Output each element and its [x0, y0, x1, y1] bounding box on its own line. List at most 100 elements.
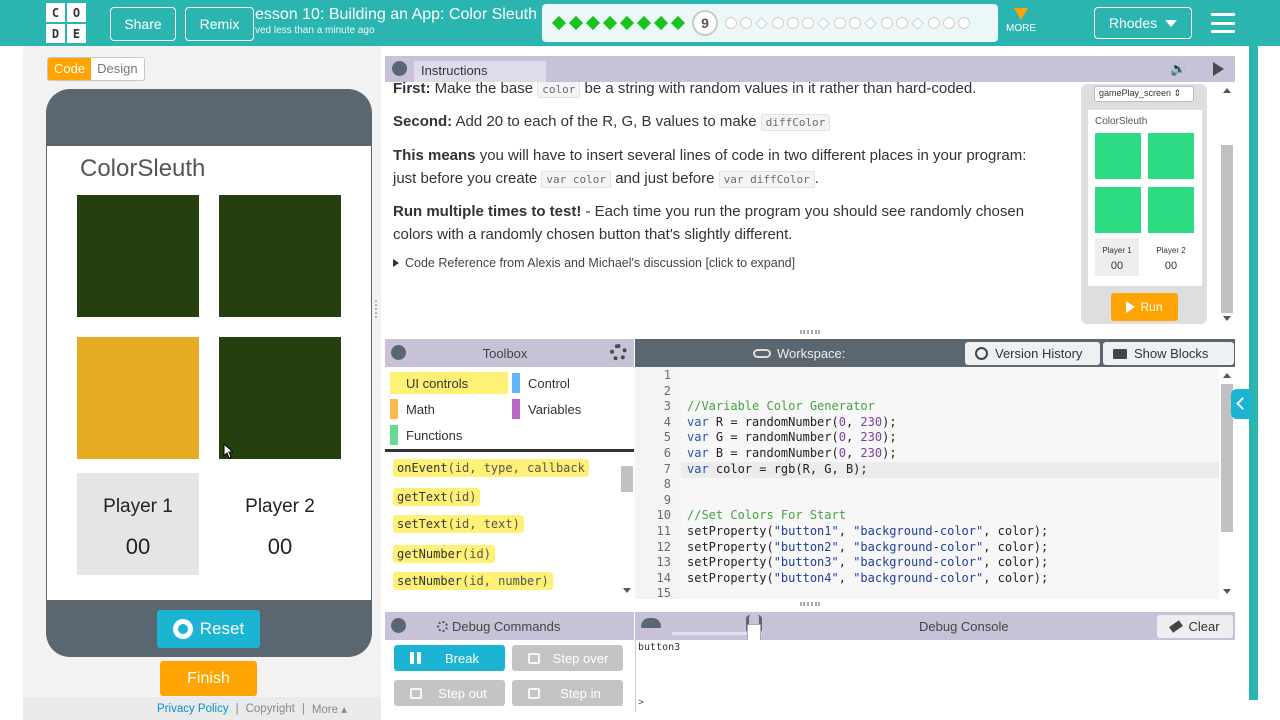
block-settext[interactable]: setText(id, text)	[393, 515, 524, 533]
line-number: 7	[663, 462, 671, 476]
run-play-icon	[1126, 301, 1136, 313]
scroll-up-icon[interactable]	[1223, 373, 1231, 378]
code-mode-button[interactable]: Code	[48, 58, 92, 80]
block-gettext[interactable]: getText(id)	[393, 488, 481, 506]
progress-level-completed[interactable]	[602, 15, 617, 31]
remix-button[interactable]: Remix	[185, 7, 254, 41]
scroll-down-icon[interactable]	[1223, 589, 1231, 594]
privacy-policy-link[interactable]: Privacy Policy	[157, 703, 229, 715]
version-history-button[interactable]: Version History	[965, 342, 1100, 365]
progress-current-level[interactable]: 9	[692, 10, 718, 36]
progress-level[interactable]	[927, 17, 940, 29]
progress-level[interactable]	[786, 17, 799, 29]
progress-level[interactable]	[724, 17, 737, 29]
code-line: var color = rgb(R, G, B);	[687, 462, 868, 476]
line-number: 14	[656, 571, 671, 585]
preview-color-button	[1148, 187, 1194, 233]
instructions-resize-grip[interactable]	[800, 330, 820, 334]
progress-level[interactable]	[911, 16, 924, 30]
toolbox-scroll-thumb[interactable]	[621, 466, 633, 492]
scroll-up-icon[interactable]	[1223, 88, 1231, 93]
color-button-4[interactable]	[219, 337, 341, 459]
progress-level[interactable]	[801, 17, 814, 29]
progress-level[interactable]	[817, 16, 830, 30]
code-line: //Variable Color Generator	[687, 399, 875, 413]
progress-level[interactable]	[848, 17, 861, 29]
show-blocks-button[interactable]: Show Blocks	[1103, 342, 1234, 365]
speaker-icon[interactable]: 🔊	[1170, 61, 1186, 77]
app-title: ColorSleuth	[80, 155, 206, 182]
category-control[interactable]: Control	[512, 372, 570, 394]
instructions-scroll-thumb[interactable]	[1221, 145, 1233, 313]
collapse-instructions-icon[interactable]	[392, 61, 407, 76]
collapse-debug-icon[interactable]	[391, 618, 406, 633]
code-reference-expander[interactable]: Code Reference from Alexis and Michael's…	[393, 256, 795, 270]
progress-level-completed[interactable]	[670, 15, 685, 31]
progress-level[interactable]	[771, 17, 784, 29]
color-button-3[interactable]	[77, 337, 199, 459]
clear-console-button[interactable]: Clear	[1157, 615, 1233, 638]
progress-level[interactable]	[942, 17, 955, 29]
scroll-down-icon[interactable]	[1223, 316, 1231, 321]
category-variables[interactable]: Variables	[512, 398, 581, 420]
block-getnumber[interactable]: getNumber(id)	[393, 545, 495, 563]
category-functions[interactable]: Functions	[390, 424, 462, 446]
progress-level[interactable]	[864, 16, 877, 30]
progress-level-completed[interactable]	[653, 15, 668, 31]
progress-level[interactable]	[895, 17, 908, 29]
hamburger-menu-icon[interactable]	[1211, 13, 1235, 33]
toolbox-title: Toolbox	[482, 346, 528, 361]
editor-resize-grip[interactable]	[800, 602, 820, 606]
progress-level[interactable]	[957, 17, 970, 29]
step-in-button[interactable]: Step in	[512, 680, 623, 706]
share-button[interactable]: Share	[110, 7, 176, 41]
panel-resize-handle[interactable]	[375, 300, 379, 318]
gear-icon[interactable]	[610, 344, 627, 361]
finish-button[interactable]: Finish	[160, 661, 257, 696]
color-button-2[interactable]	[219, 195, 341, 317]
progress-level[interactable]	[880, 17, 893, 29]
step-out-button[interactable]: Step out	[394, 680, 505, 706]
break-button[interactable]: Break	[394, 645, 505, 671]
category-color-swatch	[512, 373, 520, 393]
user-menu-button[interactable]: Rhodes	[1094, 7, 1192, 39]
screen-select-dropdown[interactable]: gamePlay_screen ⇕	[1094, 86, 1194, 102]
progress-level-completed[interactable]	[619, 15, 634, 31]
debug-console[interactable]	[635, 640, 1233, 712]
category-math[interactable]: Math	[390, 398, 435, 420]
progress-level-completed[interactable]	[585, 15, 600, 31]
code-line: var R = randomNumber(0, 230);	[687, 415, 897, 429]
instructions-header: Instructions 🔊	[385, 56, 1235, 82]
collapse-panel-tab[interactable]	[1231, 389, 1251, 419]
play-audio-icon[interactable]	[1213, 62, 1224, 76]
lesson-progress-bar: 9	[542, 4, 998, 42]
progress-level[interactable]	[739, 17, 752, 29]
progress-level-completed[interactable]	[636, 15, 651, 31]
copyright-link[interactable]: Copyright	[246, 703, 295, 715]
run-button[interactable]: Run	[1111, 293, 1178, 321]
page-edge-strip	[1249, 46, 1258, 700]
footer-more-link[interactable]: More ▴	[312, 702, 347, 716]
color-button-1[interactable]	[77, 195, 199, 317]
player1-score: 00	[125, 534, 151, 559]
scroll-down-icon[interactable]	[623, 588, 631, 593]
progress-level[interactable]	[755, 16, 768, 30]
toolbox-block-list: onEvent(id, type, callback getText(id) s…	[385, 452, 634, 598]
block-setnumber[interactable]: setNumber(id, number)	[393, 572, 553, 590]
console-output-line: button3	[638, 642, 681, 653]
progress-level-completed[interactable]	[551, 15, 566, 31]
design-mode-button[interactable]: Design	[91, 58, 143, 80]
console-input-prompt[interactable]: >	[638, 697, 644, 708]
block-onevent[interactable]: onEvent(id, type, callback	[393, 459, 589, 477]
preview-app-title: ColorSleuth	[1095, 116, 1148, 127]
reset-button[interactable]: Reset	[157, 610, 260, 648]
line-number: 2	[663, 384, 671, 398]
instructions-tab[interactable]: Instructions	[414, 61, 546, 82]
step-out-icon	[410, 687, 422, 699]
progress-level[interactable]	[833, 17, 846, 29]
category-ui-controls[interactable]: UI controls	[390, 372, 508, 394]
progress-level-completed[interactable]	[568, 15, 583, 31]
step-over-button[interactable]: Step over	[512, 645, 623, 671]
more-levels-button[interactable]: MORE	[1005, 8, 1037, 34]
code-org-logo[interactable]: C O D E	[46, 3, 86, 43]
